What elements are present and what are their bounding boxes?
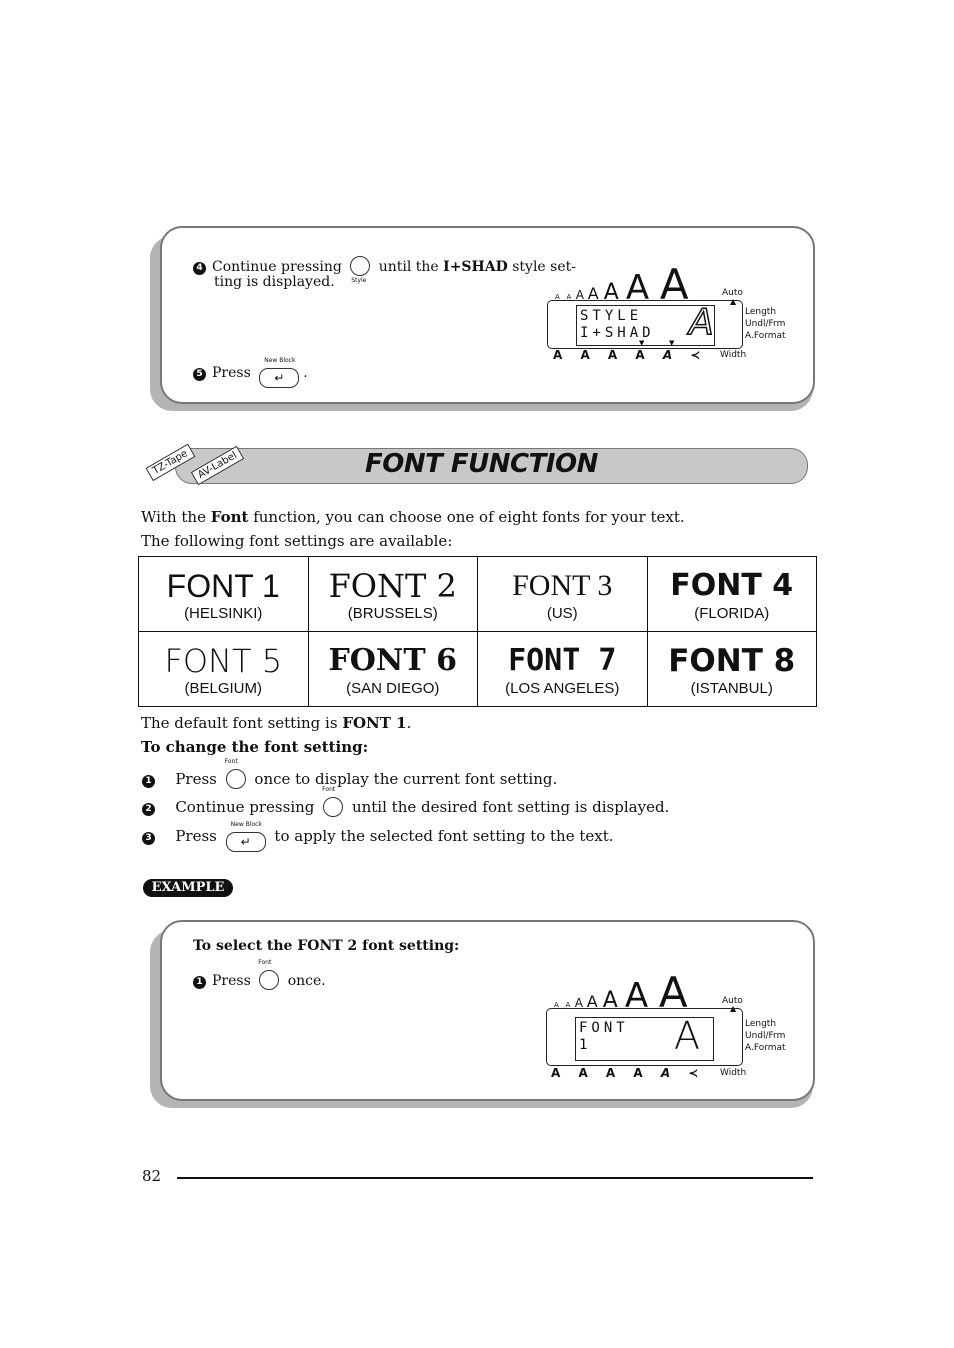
lcd-display: A A A A A A A Auto ▲ STYLE I+SHAD A Lengt… <box>547 260 797 365</box>
example-heading: To select the FONT 2 font setting: <box>193 938 460 954</box>
step-3: 3 Press New Block ↵ to apply the selected… <box>142 821 614 852</box>
font-cell: FONT 5 (BELGIUM) <box>138 631 309 707</box>
intro-text: With the Font function, you can choose o… <box>141 508 685 526</box>
style-indicators: A A A A A ≺ <box>553 348 701 362</box>
step-1: 1 Press Font once to display the current… <box>142 758 557 789</box>
step-2: 2 Continue pressing Font until the desir… <box>142 786 669 817</box>
font-cell: FONT 7 (LOS ANGELES) <box>477 631 648 707</box>
intro-text-2: The following font settings are availabl… <box>141 532 453 550</box>
lcd-display: A A A A A A A Auto ▲ FONT 1 A Length Undl/… <box>546 968 796 1083</box>
example-badge: EXAMPLE <box>143 879 233 897</box>
font-cell: FONT 4 (FLORIDA) <box>646 556 817 632</box>
font-key-icon: Font <box>258 959 280 990</box>
step-5: 5 Press New Block ↵. <box>193 357 308 388</box>
footer-rule <box>177 1177 813 1179</box>
font-cell: FONT 1 (HELSINKI) <box>138 556 309 632</box>
font-key-icon: Font <box>225 758 246 789</box>
lcd-glyph: A <box>674 1014 700 1058</box>
font-cell: FONT 2 (BRUSSELS) <box>307 556 478 632</box>
style-key-icon: Style <box>350 256 371 284</box>
font-cell: FONT 8 (ISTANBUL) <box>646 631 817 707</box>
font-table: FONT 1 (HELSINKI) FONT 2 (BRUSSELS) FONT 3… <box>138 556 817 707</box>
page-number: 82 <box>142 1167 162 1185</box>
section-title: FONT FUNCTION <box>365 449 598 479</box>
step-4-cont: ting is displayed. <box>214 274 335 290</box>
font-key-icon: Font <box>322 786 344 817</box>
font-cell: FONT 3 (US) <box>477 556 648 632</box>
lcd-glyph: A <box>688 301 714 344</box>
new-block-key-icon: New Block ↵ <box>259 357 300 388</box>
change-heading: To change the font setting: <box>141 738 369 756</box>
step-4: 4 Continue pressing Style until the I+SHA… <box>193 256 576 284</box>
example-step-1: 1 Press Font once. <box>193 959 326 990</box>
new-block-key-icon: New Block ↵ <box>225 821 266 852</box>
font-cell: FONT 6 (SAN DIEGO) <box>307 631 478 707</box>
manual-page: 4 Continue pressing Style until the I+SHA… <box>0 0 954 1348</box>
default-text: The default font setting is FONT 1. <box>141 714 412 732</box>
